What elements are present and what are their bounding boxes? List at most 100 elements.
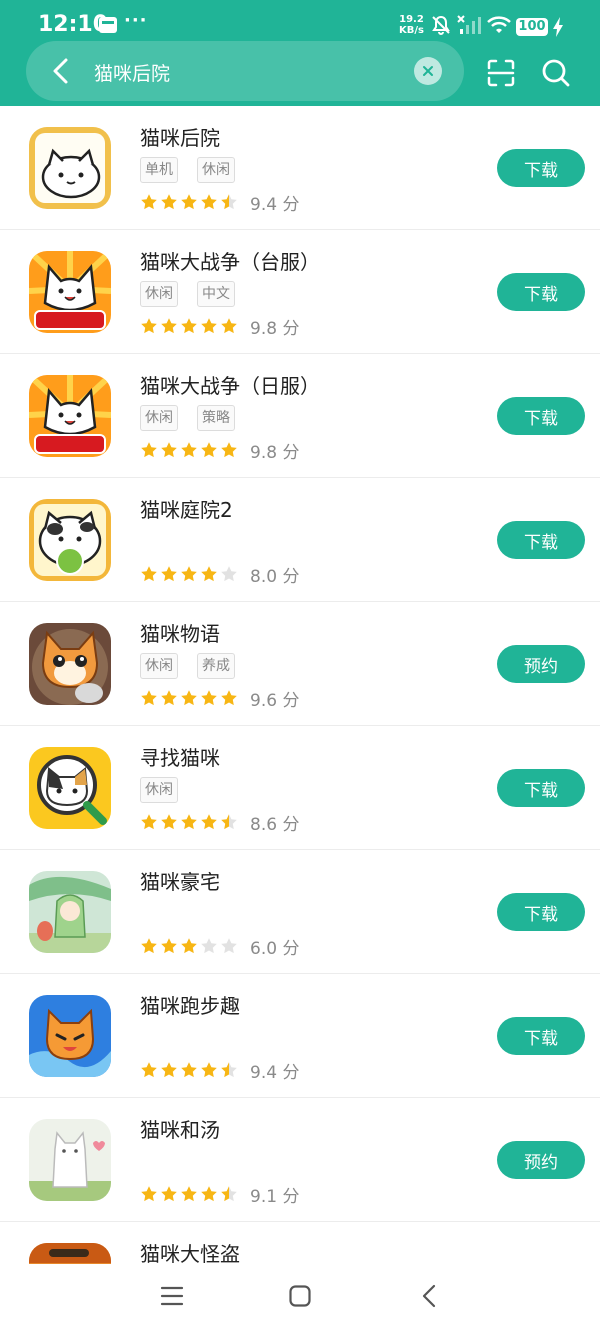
app-score: 9.8 分 bbox=[250, 318, 300, 339]
star-rating bbox=[140, 441, 238, 459]
star-icon bbox=[161, 1062, 177, 1078]
clear-search-button[interactable] bbox=[414, 57, 442, 85]
system-nav-bar bbox=[0, 1264, 600, 1333]
app-score: 9.1 分 bbox=[250, 1186, 300, 1207]
list-item[interactable]: 猫咪物语 休闲 养成 9.6 分 预约 bbox=[0, 602, 600, 726]
wifi-icon bbox=[487, 16, 511, 33]
app-name: 猫咪豪宅 bbox=[140, 870, 220, 894]
star-icon bbox=[181, 442, 197, 458]
app-rating: 8.0 分 bbox=[140, 562, 299, 587]
star-icon bbox=[221, 566, 237, 582]
reserve-button[interactable]: 预约 bbox=[497, 1141, 585, 1179]
menu-icon[interactable] bbox=[160, 1284, 184, 1308]
app-rating: 8.6 分 bbox=[140, 810, 300, 835]
star-icon bbox=[141, 1186, 157, 1202]
star-icon bbox=[141, 442, 157, 458]
list-item[interactable]: 猫咪大战争（台服） 休闲 中文 9.8 分 下载 bbox=[0, 230, 600, 354]
star-icon bbox=[161, 442, 177, 458]
app-tag: 休闲 bbox=[140, 405, 178, 431]
app-tags: 休闲 策略 bbox=[140, 405, 235, 431]
star-icon bbox=[141, 566, 157, 582]
scan-icon[interactable] bbox=[486, 58, 516, 88]
download-button[interactable]: 下载 bbox=[497, 521, 585, 559]
app-icon-cat-backyard bbox=[29, 127, 111, 209]
app-score: 9.8 分 bbox=[250, 442, 300, 463]
search-icon[interactable] bbox=[541, 58, 571, 88]
app-score: 9.6 分 bbox=[250, 690, 300, 711]
star-rating bbox=[140, 1185, 238, 1203]
app-tags: 单机 休闲 bbox=[140, 157, 235, 183]
app-tag: 中文 bbox=[197, 281, 235, 307]
download-button[interactable]: 下载 bbox=[497, 397, 585, 435]
network-speed: 19.2 KB/s bbox=[399, 14, 424, 36]
star-icon bbox=[161, 194, 177, 210]
star-icon bbox=[201, 814, 217, 830]
app-name: 猫咪和汤 bbox=[140, 1118, 220, 1142]
star-icon bbox=[181, 318, 197, 334]
app-tag: 养成 bbox=[197, 653, 235, 679]
app-name: 猫咪大怪盗 bbox=[140, 1242, 240, 1264]
star-icon bbox=[141, 1062, 157, 1078]
list-item[interactable]: 寻找猫咪 休闲 8.6 分 下载 bbox=[0, 726, 600, 850]
star-rating bbox=[140, 689, 238, 707]
app-icon-cat-story bbox=[29, 623, 111, 705]
more-notifications-icon: ··· bbox=[124, 10, 148, 31]
star-icon bbox=[201, 938, 217, 954]
app-tag: 休闲 bbox=[140, 281, 178, 307]
close-icon bbox=[423, 66, 433, 76]
app-name: 猫咪庭院2 bbox=[140, 498, 233, 522]
star-icon bbox=[201, 566, 217, 582]
network-speed-value: 19.2 bbox=[399, 14, 424, 25]
download-button[interactable]: 下载 bbox=[497, 1017, 585, 1055]
search-bar bbox=[26, 41, 464, 101]
list-item[interactable]: 猫咪豪宅 6.0 分 下载 bbox=[0, 850, 600, 974]
app-name: 猫咪后院 bbox=[140, 126, 220, 150]
app-name: 猫咪大战争（日服） bbox=[140, 374, 320, 398]
star-icon bbox=[221, 690, 237, 706]
app-name: 猫咪大战争（台服） bbox=[140, 250, 320, 274]
list-item[interactable]: 猫咪和汤 9.1 分 预约 bbox=[0, 1098, 600, 1222]
app-tag: 休闲 bbox=[140, 653, 178, 679]
status-time: 12:10 bbox=[38, 12, 109, 37]
list-item[interactable]: 猫咪大战争（日服） 休闲 策略 9.8 分 下载 bbox=[0, 354, 600, 478]
star-icon bbox=[201, 318, 217, 334]
download-button[interactable]: 下载 bbox=[497, 893, 585, 931]
app-score: 6.0 分 bbox=[250, 938, 300, 959]
star-icon bbox=[181, 194, 197, 210]
list-item[interactable]: 猫咪后院 单机 休闲 9.4 分 下载 bbox=[0, 106, 600, 230]
download-button[interactable]: 下载 bbox=[497, 769, 585, 807]
app-tag: 休闲 bbox=[197, 157, 235, 183]
app-rating: 9.4 分 bbox=[140, 190, 300, 215]
star-rating bbox=[140, 937, 238, 955]
star-icon bbox=[161, 814, 177, 830]
app-tags: 休闲 bbox=[140, 777, 178, 803]
app-icon-battle-cats-tw bbox=[29, 251, 111, 333]
star-rating bbox=[140, 1061, 238, 1079]
list-item[interactable]: 猫咪跑步趣 9.4 分 下载 bbox=[0, 974, 600, 1098]
back-icon[interactable] bbox=[48, 56, 74, 86]
search-input[interactable] bbox=[92, 55, 416, 89]
app-name: 猫咪物语 bbox=[140, 622, 220, 646]
star-icon bbox=[181, 938, 197, 954]
download-button[interactable]: 下载 bbox=[497, 149, 585, 187]
star-icon bbox=[181, 814, 197, 830]
star-icon bbox=[161, 318, 177, 334]
message-icon bbox=[99, 17, 117, 33]
star-icon bbox=[141, 318, 157, 334]
list-item[interactable]: 猫咪大怪盗 bbox=[0, 1222, 600, 1264]
app-score: 8.6 分 bbox=[250, 814, 300, 835]
star-icon bbox=[221, 318, 237, 334]
reserve-button[interactable]: 预约 bbox=[497, 645, 585, 683]
charging-icon bbox=[553, 17, 563, 37]
app-score: 9.4 分 bbox=[250, 194, 300, 215]
star-icon bbox=[221, 1186, 237, 1202]
list-item[interactable]: 猫咪庭院2 8.0 分 下载 bbox=[0, 478, 600, 602]
app-tag: 单机 bbox=[140, 157, 178, 183]
home-icon[interactable] bbox=[288, 1284, 312, 1308]
download-button[interactable]: 下载 bbox=[497, 273, 585, 311]
star-icon bbox=[201, 442, 217, 458]
back-icon[interactable] bbox=[418, 1284, 442, 1308]
app-tag: 策略 bbox=[197, 405, 235, 431]
app-score: 9.4 分 bbox=[250, 1062, 300, 1083]
app-icon-cat-thief bbox=[29, 1243, 111, 1264]
